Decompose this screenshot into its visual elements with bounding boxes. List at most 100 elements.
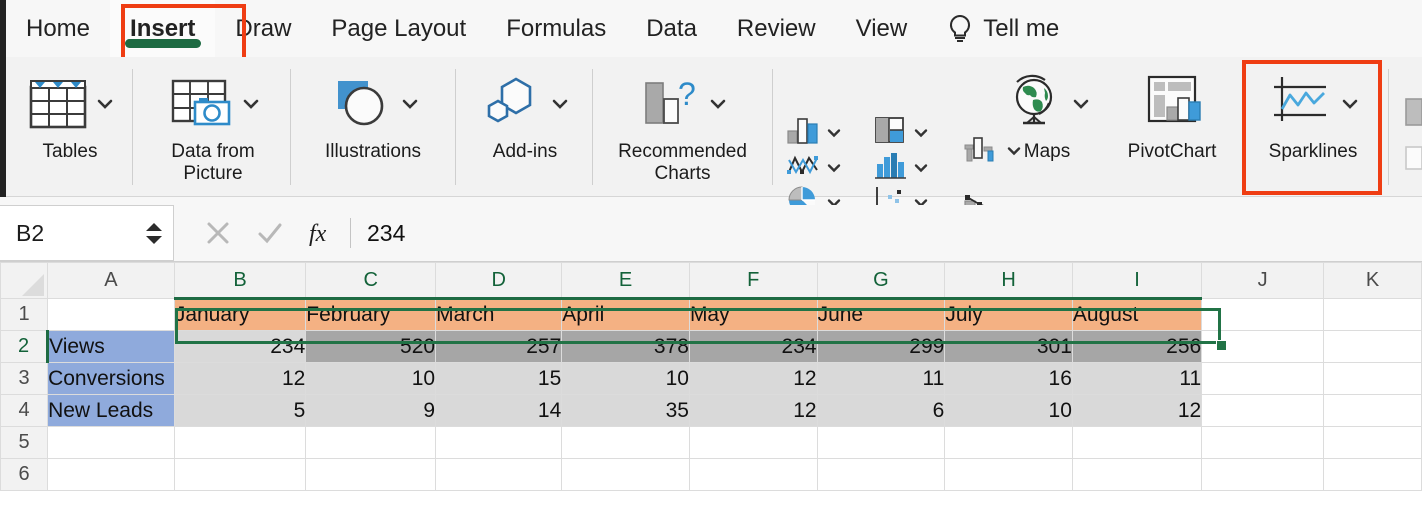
- cell-E4[interactable]: 35: [561, 394, 690, 427]
- cell-E5[interactable]: [561, 426, 690, 459]
- chart-button-line[interactable]: [782, 150, 845, 185]
- ribbon-tab-tell-me[interactable]: Tell me: [927, 0, 1079, 57]
- cell-A2[interactable]: Views: [47, 330, 175, 363]
- cell-K3[interactable]: [1323, 362, 1422, 395]
- cell-B3[interactable]: 12: [173, 362, 307, 395]
- column-header-D[interactable]: D: [435, 262, 563, 300]
- chevron-down-icon[interactable]: [1073, 98, 1089, 110]
- ribbon-button-illustrations[interactable]: Illustrations: [298, 57, 448, 197]
- cell-K5[interactable]: [1323, 426, 1422, 459]
- chevron-down-icon[interactable]: [243, 98, 259, 110]
- cell-G5[interactable]: [816, 426, 946, 459]
- cell-D1[interactable]: March: [435, 298, 563, 331]
- row-header-4[interactable]: 4: [0, 394, 49, 427]
- ribbon-button-maps[interactable]: Maps: [995, 57, 1099, 197]
- cell-H6[interactable]: [944, 458, 1073, 491]
- cell-J4[interactable]: [1201, 394, 1325, 427]
- cell-B6[interactable]: [173, 458, 307, 491]
- cell-D4[interactable]: 14: [435, 394, 563, 427]
- cell-J3[interactable]: [1201, 362, 1325, 395]
- cell-G2[interactable]: 299: [816, 330, 946, 363]
- cell-I4[interactable]: 12: [1071, 394, 1203, 427]
- cell-I1[interactable]: August: [1071, 298, 1203, 331]
- cell-G3[interactable]: 11: [816, 362, 946, 395]
- cell-C4[interactable]: 9: [305, 394, 437, 427]
- formula-input[interactable]: 234: [357, 205, 405, 261]
- row-header-1[interactable]: 1: [0, 298, 49, 331]
- row-header-5[interactable]: 5: [0, 426, 49, 459]
- ribbon-tab-data[interactable]: Data: [626, 0, 717, 57]
- cell-F1[interactable]: May: [688, 298, 818, 331]
- cell-G4[interactable]: 6: [816, 394, 946, 427]
- row-header-2[interactable]: 2: [0, 330, 50, 363]
- chevron-down-icon[interactable]: [1342, 98, 1358, 110]
- ribbon-tab-review[interactable]: Review: [717, 0, 836, 57]
- chevron-down-icon[interactable]: [97, 98, 113, 110]
- ribbon-button-add-ins[interactable]: Add-ins: [462, 57, 588, 197]
- fx-icon[interactable]: fx: [296, 205, 348, 262]
- cell-C3[interactable]: 10: [305, 362, 437, 395]
- ribbon-tab-home[interactable]: Home: [6, 0, 110, 57]
- column-header-K[interactable]: K: [1323, 262, 1422, 299]
- cell-F4[interactable]: 12: [688, 394, 818, 427]
- cell-H4[interactable]: 10: [944, 394, 1073, 427]
- ribbon-button-data-from-picture[interactable]: Data from Picture: [140, 57, 286, 197]
- cell-A4[interactable]: New Leads: [47, 394, 175, 427]
- cell-H1[interactable]: July: [944, 298, 1073, 331]
- cell-C5[interactable]: [305, 426, 437, 459]
- cell-J5[interactable]: [1201, 426, 1325, 459]
- cell-E1[interactable]: April: [561, 298, 690, 331]
- chart-button-hierarchy[interactable]: [869, 115, 932, 150]
- cell-I3[interactable]: 11: [1071, 362, 1203, 395]
- ribbon-tab-formulas[interactable]: Formulas: [486, 0, 626, 57]
- cell-K1[interactable]: [1323, 298, 1422, 331]
- ribbon-tab-page-layout[interactable]: Page Layout: [311, 0, 486, 57]
- cell-B4[interactable]: 5: [173, 394, 307, 427]
- ribbon-overflow-partial[interactable]: [1404, 77, 1422, 182]
- column-header-C[interactable]: C: [305, 262, 437, 300]
- cell-B1[interactable]: January: [173, 298, 307, 331]
- cell-F5[interactable]: [688, 426, 818, 459]
- ribbon-button-sparklines[interactable]: Sparklines: [1248, 57, 1378, 197]
- chevron-down-icon[interactable]: [552, 98, 568, 110]
- cell-D6[interactable]: [435, 458, 563, 491]
- cell-D2[interactable]: 257: [435, 330, 563, 363]
- ribbon-button-pivotchart[interactable]: PivotChart: [1104, 57, 1240, 197]
- cell-H3[interactable]: 16: [944, 362, 1073, 395]
- cell-E6[interactable]: [561, 458, 690, 491]
- cell-I6[interactable]: [1071, 458, 1203, 491]
- cell-D3[interactable]: 15: [435, 362, 563, 395]
- cell-K6[interactable]: [1323, 458, 1422, 491]
- spinner-icon[interactable]: [145, 222, 163, 245]
- chart-button-column[interactable]: [782, 115, 845, 150]
- cell-G1[interactable]: June: [816, 298, 946, 331]
- column-header-E[interactable]: E: [561, 262, 690, 300]
- cell-J6[interactable]: [1201, 458, 1325, 491]
- cancel-x-icon[interactable]: [192, 205, 244, 262]
- chevron-down-icon[interactable]: [827, 163, 841, 173]
- cell-E3[interactable]: 10: [561, 362, 690, 395]
- cell-K4[interactable]: [1323, 394, 1422, 427]
- column-header-B[interactable]: B: [173, 262, 307, 300]
- cell-C1[interactable]: February: [305, 298, 437, 331]
- column-header-J[interactable]: J: [1201, 262, 1325, 299]
- cell-A3[interactable]: Conversions: [47, 362, 175, 395]
- column-header-A[interactable]: A: [47, 262, 175, 299]
- cell-H5[interactable]: [944, 426, 1073, 459]
- row-header-6[interactable]: 6: [0, 458, 49, 491]
- chart-button-statistic[interactable]: [869, 150, 932, 185]
- cell-A5[interactable]: [47, 426, 175, 459]
- chevron-down-icon[interactable]: [402, 98, 418, 110]
- cell-J1[interactable]: [1201, 298, 1325, 331]
- cell-D5[interactable]: [435, 426, 563, 459]
- column-header-G[interactable]: G: [816, 262, 946, 300]
- cell-F6[interactable]: [688, 458, 818, 491]
- cell-H2[interactable]: 301: [944, 330, 1073, 363]
- ribbon-tab-view[interactable]: View: [836, 0, 928, 57]
- cell-B2[interactable]: 234: [173, 330, 307, 363]
- cell-E2[interactable]: 378: [561, 330, 690, 363]
- chevron-down-icon[interactable]: [914, 128, 928, 138]
- ribbon-tab-insert[interactable]: Insert: [110, 0, 216, 57]
- cell-C2[interactable]: 520: [305, 330, 437, 363]
- column-header-F[interactable]: F: [688, 262, 818, 300]
